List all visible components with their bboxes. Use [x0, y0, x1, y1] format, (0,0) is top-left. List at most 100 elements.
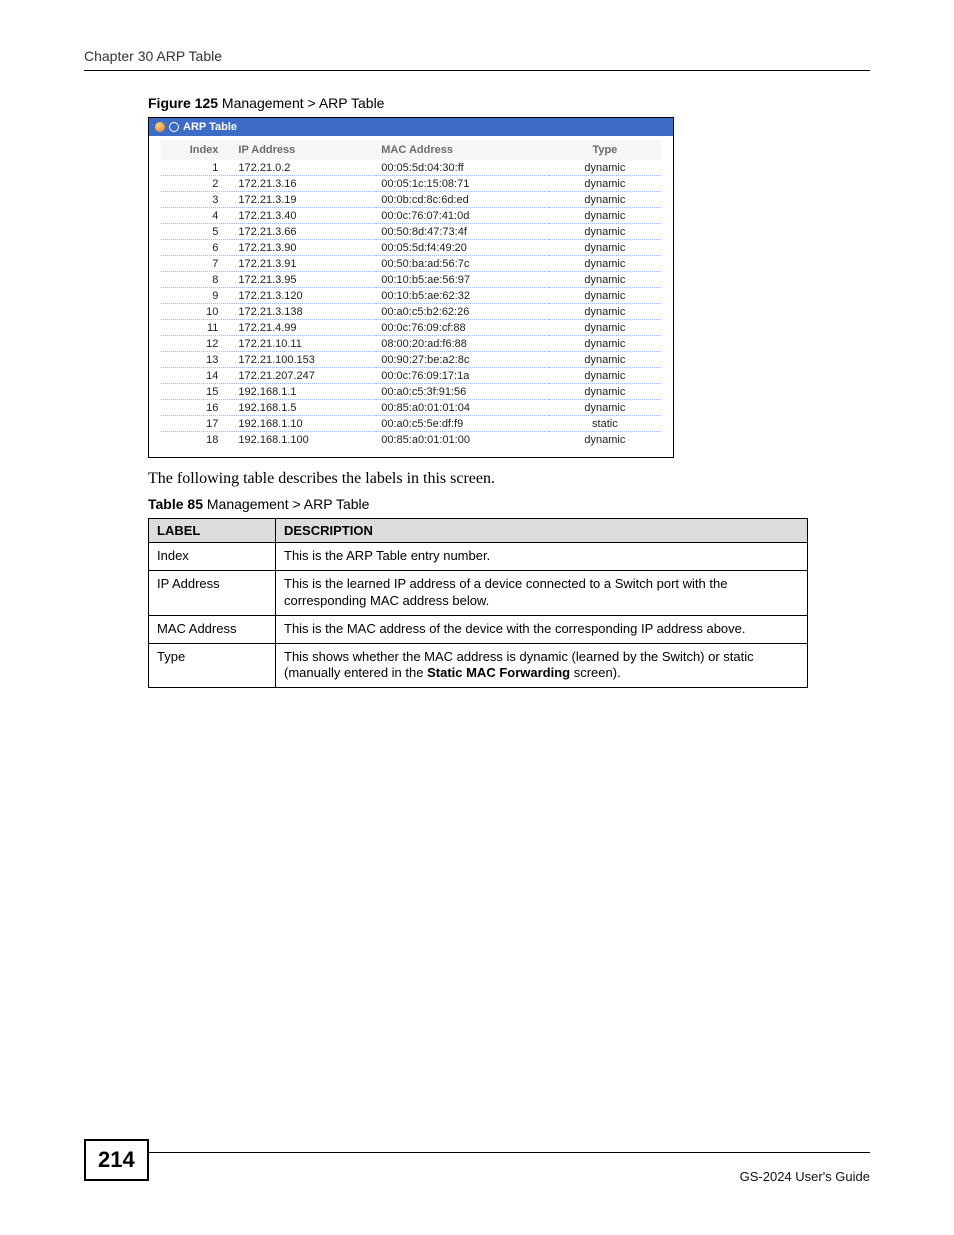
- cell-index: 9: [161, 288, 232, 304]
- cell-type: dynamic: [549, 192, 661, 208]
- cell-mac: 00:50:ba:ad:56:7c: [375, 256, 548, 272]
- cell-mac: 00:a0:c5:3f:91:56: [375, 384, 548, 400]
- cell-index: 5: [161, 224, 232, 240]
- cell-ip: 172.21.3.120: [232, 288, 375, 304]
- cell-ip: 172.21.3.138: [232, 304, 375, 320]
- table-row: 2172.21.3.1600:05:1c:15:08:71dynamic: [161, 176, 661, 192]
- cell-mac: 00:05:5d:f4:49:20: [375, 240, 548, 256]
- cell-ip: 172.21.10.11: [232, 336, 375, 352]
- cell-ip: 172.21.3.40: [232, 208, 375, 224]
- cell-ip: 172.21.3.19: [232, 192, 375, 208]
- cell-type: dynamic: [549, 432, 661, 448]
- cell-type: dynamic: [549, 336, 661, 352]
- cell-index: 7: [161, 256, 232, 272]
- cell-mac: 00:10:b5:ae:56:97: [375, 272, 548, 288]
- cell-ip: 192.168.1.1: [232, 384, 375, 400]
- desc-text-post: screen).: [570, 665, 621, 680]
- cell-ip: 172.21.100.153: [232, 352, 375, 368]
- cell-mac: 00:85:a0:01:01:00: [375, 432, 548, 448]
- desc-text: This shows whether the MAC address is dy…: [276, 643, 808, 688]
- table-row: 11172.21.4.9900:0c:76:09:cf:88dynamic: [161, 320, 661, 336]
- cell-type: dynamic: [549, 256, 661, 272]
- table-row: 8172.21.3.9500:10:b5:ae:56:97dynamic: [161, 272, 661, 288]
- cell-index: 14: [161, 368, 232, 384]
- cell-ip: 172.21.3.91: [232, 256, 375, 272]
- figure-caption-text: Management > ARP Table: [218, 95, 384, 111]
- cell-type: dynamic: [549, 320, 661, 336]
- desc-label: Index: [149, 543, 276, 571]
- table-row: 10172.21.3.13800:a0:c5:b2:62:26dynamic: [161, 304, 661, 320]
- cell-type: dynamic: [549, 352, 661, 368]
- desc-text: This is the ARP Table entry number.: [276, 543, 808, 571]
- cell-mac: 00:05:5d:04:30:ff: [375, 160, 548, 176]
- arp-table-panel: ARP Table Index IP Address MAC Address T…: [148, 117, 674, 458]
- cell-mac: 00:50:8d:47:73:4f: [375, 224, 548, 240]
- cell-type: static: [549, 416, 661, 432]
- cell-mac: 00:0c:76:07:41:0d: [375, 208, 548, 224]
- table-row: 9172.21.3.12000:10:b5:ae:62:32dynamic: [161, 288, 661, 304]
- table-row: 17192.168.1.1000:a0:c5:5e:df:f9static: [161, 416, 661, 432]
- cell-index: 4: [161, 208, 232, 224]
- cell-ip: 192.168.1.10: [232, 416, 375, 432]
- desc-head-description: DESCRIPTION: [276, 519, 808, 543]
- cell-mac: 00:0c:76:09:17:1a: [375, 368, 548, 384]
- cell-ip: 192.168.1.5: [232, 400, 375, 416]
- guide-name: GS-2024 User's Guide: [740, 1169, 870, 1184]
- cell-type: dynamic: [549, 224, 661, 240]
- cell-type: dynamic: [549, 400, 661, 416]
- table-row: 16192.168.1.500:85:a0:01:01:04dynamic: [161, 400, 661, 416]
- desc-text-pre: This is the MAC address of the device wi…: [284, 621, 746, 636]
- cell-type: dynamic: [549, 176, 661, 192]
- desc-text-pre: This is the learned IP address of a devi…: [284, 576, 727, 608]
- table-row: 6172.21.3.9000:05:5d:f4:49:20dynamic: [161, 240, 661, 256]
- cell-ip: 172.21.3.16: [232, 176, 375, 192]
- cell-mac: 08:00:20:ad:f6:88: [375, 336, 548, 352]
- table-row: 14172.21.207.24700:0c:76:09:17:1adynamic: [161, 368, 661, 384]
- cell-ip: 172.21.207.247: [232, 368, 375, 384]
- table-row: Index This is the ARP Table entry number.: [149, 543, 808, 571]
- cell-mac: 00:10:b5:ae:62:32: [375, 288, 548, 304]
- running-head: Chapter 30 ARP Table: [84, 48, 870, 70]
- cell-type: dynamic: [549, 240, 661, 256]
- cell-ip: 172.21.3.90: [232, 240, 375, 256]
- desc-text-pre: This is the ARP Table entry number.: [284, 548, 490, 563]
- cell-index: 12: [161, 336, 232, 352]
- figure-caption: Figure 125 Management > ARP Table: [148, 95, 850, 111]
- table-caption-number: Table 85: [148, 496, 203, 512]
- table-row: 18192.168.1.10000:85:a0:01:01:00dynamic: [161, 432, 661, 448]
- col-header-ip: IP Address: [232, 140, 375, 160]
- cell-ip: 172.21.3.95: [232, 272, 375, 288]
- table-row: 3172.21.3.1900:0b:cd:8c:6d:eddynamic: [161, 192, 661, 208]
- cell-index: 1: [161, 160, 232, 176]
- arp-data-table: Index IP Address MAC Address Type 1172.2…: [161, 140, 661, 447]
- cell-type: dynamic: [549, 384, 661, 400]
- col-header-mac: MAC Address: [375, 140, 548, 160]
- cell-index: 16: [161, 400, 232, 416]
- cell-mac: 00:85:a0:01:01:04: [375, 400, 548, 416]
- table-row: TypeThis shows whether the MAC address i…: [149, 643, 808, 688]
- cell-mac: 00:0b:cd:8c:6d:ed: [375, 192, 548, 208]
- cell-mac: 00:a0:c5:b2:62:26: [375, 304, 548, 320]
- cell-index: 15: [161, 384, 232, 400]
- desc-text-bold: Static MAC Forwarding: [427, 665, 570, 680]
- table-row: 4172.21.3.4000:0c:76:07:41:0ddynamic: [161, 208, 661, 224]
- cell-index: 10: [161, 304, 232, 320]
- description-table: LABEL DESCRIPTION IndexThis is the ARP T…: [148, 518, 808, 688]
- cell-mac: 00:90:27:be:a2:8c: [375, 352, 548, 368]
- cell-ip: 172.21.4.99: [232, 320, 375, 336]
- table-row: 7172.21.3.9100:50:ba:ad:56:7cdynamic: [161, 256, 661, 272]
- titlebar-orb-icon: [155, 122, 165, 132]
- cell-index: 11: [161, 320, 232, 336]
- panel-titlebar: ARP Table: [149, 118, 673, 136]
- table-caption-text: Management > ARP Table: [203, 496, 369, 512]
- cell-index: 2: [161, 176, 232, 192]
- col-header-type: Type: [549, 140, 661, 160]
- cell-type: dynamic: [549, 288, 661, 304]
- page-number: 214: [84, 1139, 149, 1181]
- cell-type: dynamic: [549, 304, 661, 320]
- cell-type: dynamic: [549, 160, 661, 176]
- table-row: 15192.168.1.100:a0:c5:3f:91:56dynamic: [161, 384, 661, 400]
- table-row: 5172.21.3.6600:50:8d:47:73:4fdynamic: [161, 224, 661, 240]
- table-row: 12172.21.10.1108:00:20:ad:f6:88dynamic: [161, 336, 661, 352]
- cell-index: 18: [161, 432, 232, 448]
